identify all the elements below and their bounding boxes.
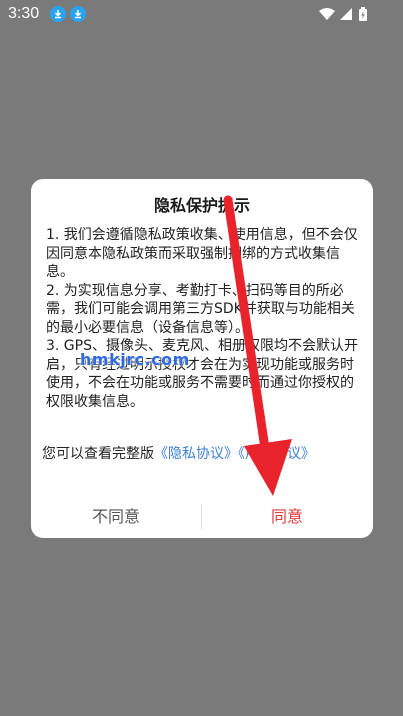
cellular-icon [340,8,352,20]
privacy-paragraph-2: 2. 为实现信息分享、考勤打卡、扫码等目的所必需，我们可能会调用第三方SDK并获… [46,282,355,336]
privacy-body: 1. 我们会遵循隐私政策收集、使用信息，但不会仅因同意本隐私政策而采取强制捆绑的… [46,226,364,411]
download-icon [50,6,66,22]
battery-icon [359,7,367,21]
button-row: 不同意 同意 [31,497,373,537]
watermark: hmkjrc.com [80,350,190,369]
user-agreement-link[interactable]: 《用户协议》 [238,446,315,462]
privacy-policy-link[interactable]: 《隐私协议》 [154,446,238,462]
status-time: 3:30 [8,5,40,22]
agree-button[interactable]: 同意 [202,497,372,537]
privacy-paragraph-3: 3. GPS、摄像头、麦克风、相册权限均不会默认开启，只有经过明示授权才会在为实… [46,338,358,410]
status-icons [319,7,367,21]
privacy-paragraph-1: 1. 我们会遵循隐私政策收集、使用信息，但不会仅因同意本隐私政策而采取强制捆绑的… [46,227,358,280]
status-bar: 3:30 [0,0,403,30]
wifi-icon [319,8,335,20]
agreement-links: 您可以查看完整版《隐私协议》《用户协议》 [42,443,372,463]
dialog-title: 隐私保护提示 [153,196,250,215]
download-icon [70,6,86,22]
disagree-button[interactable]: 不同意 [31,497,201,537]
links-prefix: 您可以查看完整版 [42,446,154,462]
